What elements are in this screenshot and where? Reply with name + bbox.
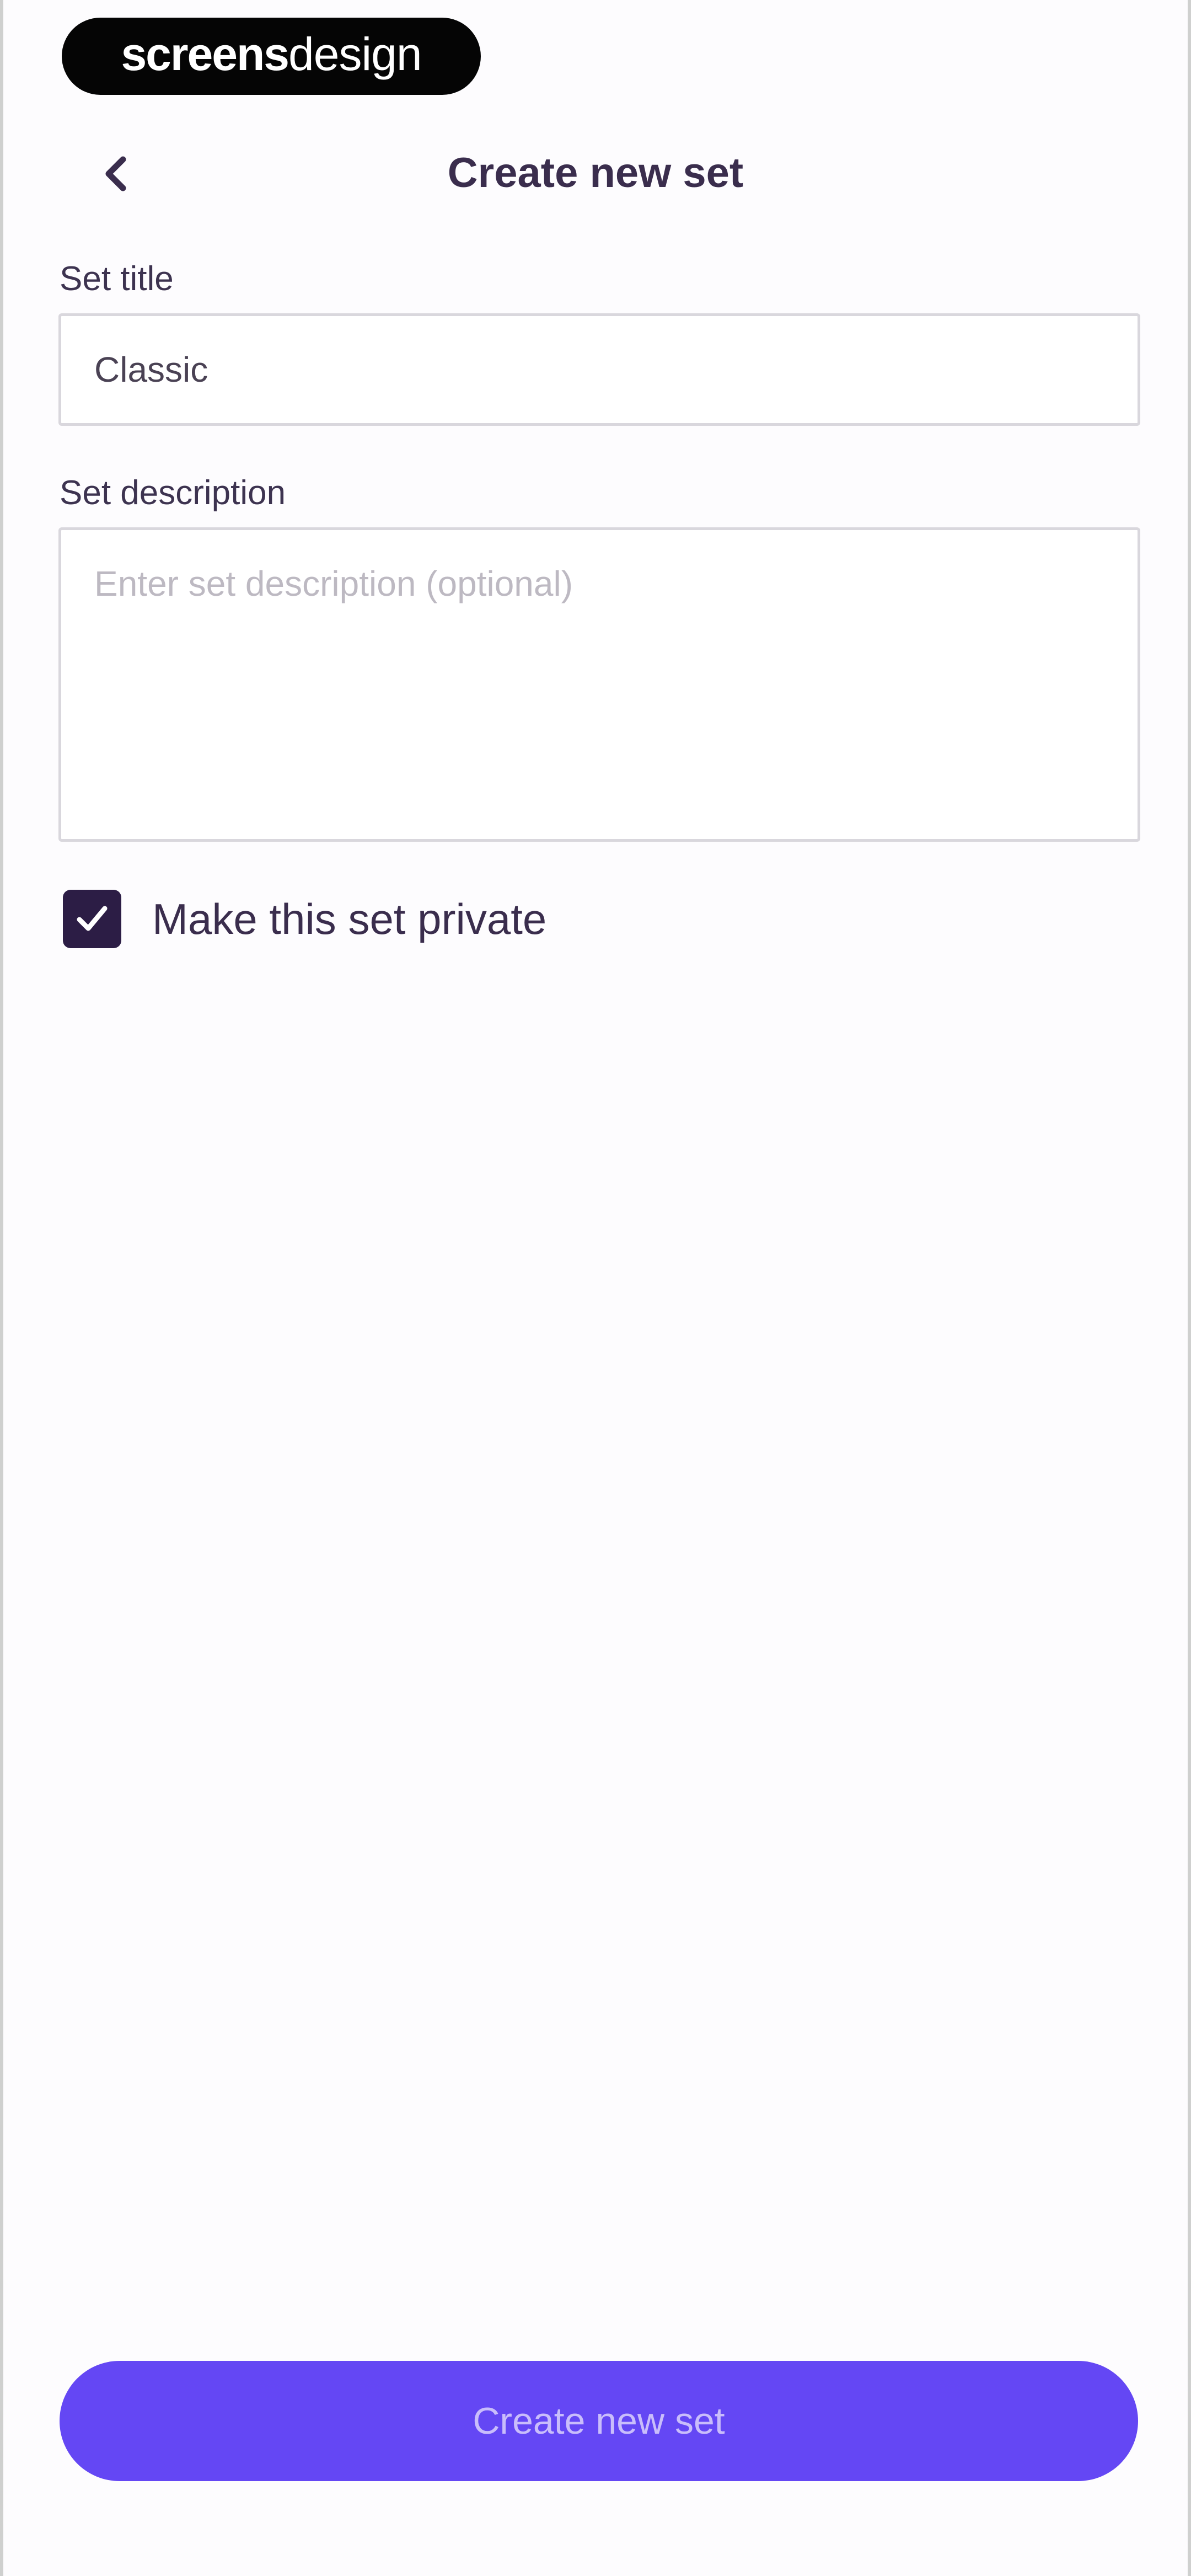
back-button[interactable] (86, 143, 147, 204)
brand-watermark-logo: screens design (62, 18, 481, 95)
set-description-textarea[interactable] (58, 527, 1140, 842)
private-set-option[interactable]: Make this set private (63, 887, 546, 951)
set-description-label: Set description (60, 474, 286, 512)
create-new-set-button[interactable]: Create new set (60, 2361, 1138, 2481)
private-set-label: Make this set private (152, 894, 547, 943)
checkmark-icon (77, 906, 108, 931)
private-set-checkbox[interactable] (63, 890, 121, 948)
page-title: Create new set (447, 149, 744, 196)
chevron-left-icon (105, 156, 126, 191)
set-title-input[interactable] (58, 313, 1140, 426)
brand-text-bold: screens (121, 28, 289, 80)
create-set-screen: screensdesign Create new set Set title S… (0, 0, 1191, 2576)
brand-text-light: design (288, 28, 422, 80)
set-title-label: Set title (60, 260, 174, 298)
top-navigation-bar: Create new set (3, 127, 1188, 215)
